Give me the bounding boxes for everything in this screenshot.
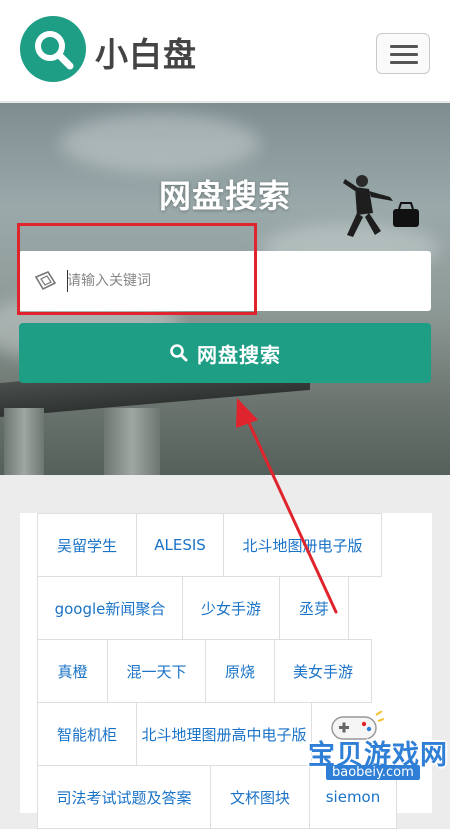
watermark-logo: 宝贝游戏网 baobeiy.com [300, 703, 450, 800]
tag-link[interactable]: 吴留学生 [37, 513, 137, 577]
tag-link[interactable]: 智能机柜 [37, 702, 137, 766]
tag-link[interactable]: 美女手游 [274, 639, 372, 703]
highlight-box [17, 223, 257, 315]
tag-link[interactable]: 真橙 [37, 639, 108, 703]
tag-link[interactable]: 丞芽 [279, 576, 349, 640]
hero-title: 网盘搜索 [158, 177, 291, 215]
search-icon [170, 344, 188, 362]
tag-link[interactable]: 混一天下 [107, 639, 206, 703]
bridge-pillar [104, 408, 160, 475]
site-brand[interactable]: 小白盘 [95, 28, 197, 76]
bridge-pillar [4, 408, 44, 475]
menu-button[interactable] [376, 33, 430, 74]
tag-link[interactable]: 原烧 [205, 639, 275, 703]
search-button[interactable]: 网盘搜索 [19, 323, 431, 383]
search-button-label: 网盘搜索 [197, 342, 281, 367]
search-icon[interactable] [20, 16, 86, 82]
background-cloud [60, 113, 260, 173]
tag-link[interactable]: 文杯图块 [210, 765, 310, 829]
tag-link[interactable]: ALESIS [136, 513, 224, 577]
site-header: 小白盘 [0, 0, 450, 102]
tag-link[interactable]: 北斗地图册电子版 [223, 513, 382, 577]
hamburger-icon [390, 45, 418, 48]
tag-link[interactable]: google新闻聚合 [37, 576, 183, 640]
tag-link[interactable]: 少女手游 [182, 576, 280, 640]
tag-link[interactable]: 北斗地理图册高中电子版 [136, 702, 312, 766]
watermark-url: baobeiy.com [326, 765, 420, 780]
tag-link[interactable]: 司法考试试题及答案 [37, 765, 211, 829]
